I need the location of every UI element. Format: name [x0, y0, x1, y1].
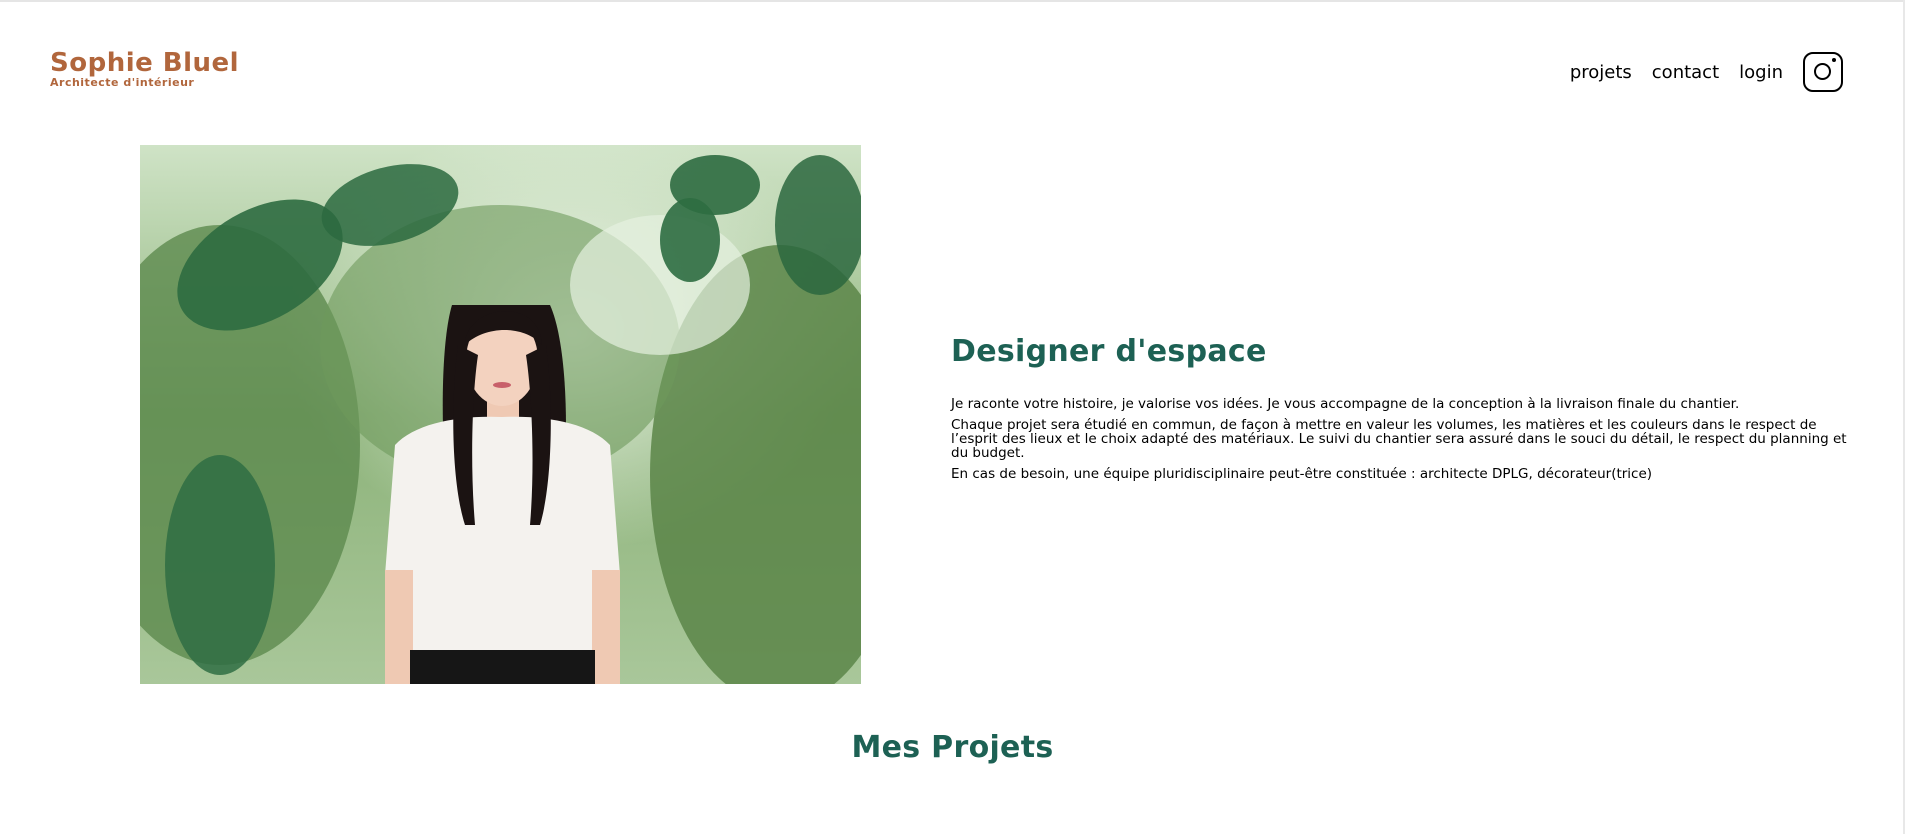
intro-paragraph: En cas de besoin, une équipe pluridiscip…: [951, 466, 1653, 482]
logo-title: Sophie Bluel: [50, 48, 240, 78]
intro-title: Designer d'espace: [951, 334, 1267, 369]
intro-body: Je raconte votre histoire, je valorise v…: [951, 397, 1851, 481]
portrait-photo: [140, 145, 861, 684]
hero-photo: [140, 145, 861, 684]
intro-paragraph: Chaque projet sera étudié en commun, de …: [951, 417, 1847, 461]
nav-link-contact[interactable]: contact: [1652, 62, 1719, 83]
logo[interactable]: Sophie Bluel Architecte d'intérieur: [50, 50, 239, 89]
instagram-lens: [1814, 63, 1831, 80]
main-nav: projets contact login: [1550, 52, 1843, 92]
projects-title: Mes Projets: [851, 730, 1054, 765]
nav-link-projets[interactable]: projets: [1570, 62, 1632, 83]
introduction: Designer d'espace Je raconte votre histo…: [951, 334, 1851, 488]
instagram-icon[interactable]: [1803, 52, 1843, 92]
nav-link-login[interactable]: login: [1739, 62, 1783, 83]
top-border: [0, 0, 1905, 2]
intro-paragraph: Je raconte votre histoire, je valorise v…: [951, 396, 1740, 412]
instagram-dot: [1832, 58, 1836, 62]
